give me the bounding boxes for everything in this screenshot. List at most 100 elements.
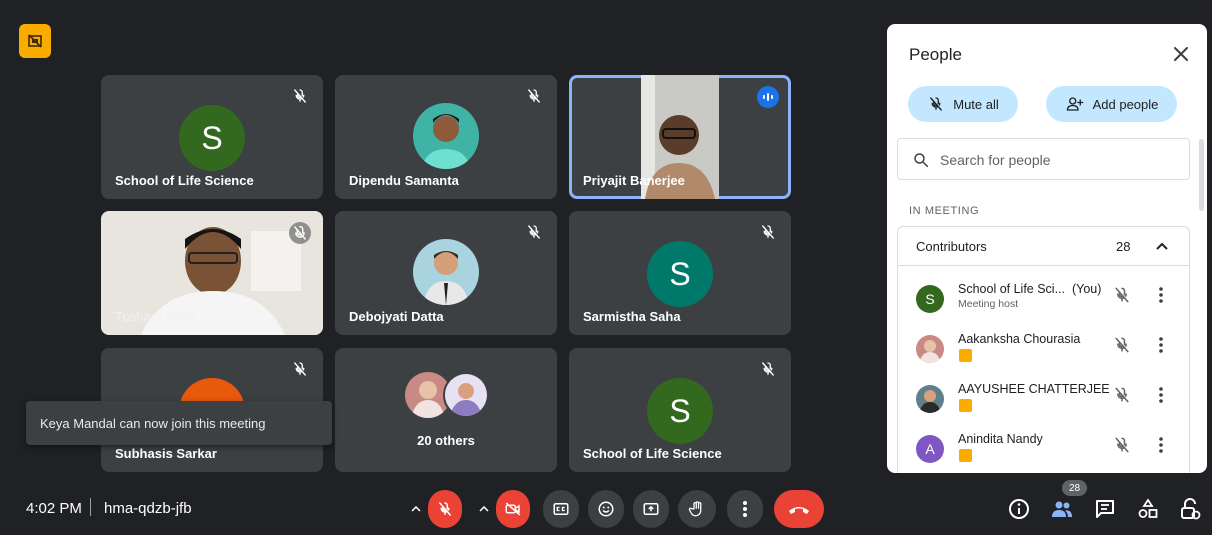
add-people-button[interactable]: Add people [1046,86,1177,122]
participant-tile[interactable]: Dipendu Samanta [335,75,557,199]
participant-name: Subhasis Sarkar [115,446,217,461]
scrollbar[interactable] [1199,139,1204,211]
close-icon[interactable] [1169,42,1193,66]
avatar: S [647,378,713,444]
mic-off-icon [294,362,306,376]
mic-off-icon [528,225,540,239]
more-vert-icon[interactable] [1158,286,1164,304]
chat-icon[interactable] [1093,497,1117,521]
people-panel: People Mute all Add people Search for pe… [887,24,1207,473]
activities-icon[interactable] [1136,497,1160,521]
participant-tile-speaking[interactable]: Priyajit Banerjee [569,75,791,199]
camera-options-chevron-icon[interactable] [470,490,498,528]
participant-name: School of Life Science [115,173,254,188]
host-controls-lock-icon[interactable] [1178,497,1202,521]
end-call-icon [789,507,809,514]
participant-role: Meeting host [958,298,1019,310]
participant-name: Anindita Nandy [958,432,1043,446]
avatar [443,372,489,418]
reactions-button[interactable] [588,490,624,528]
group-label: Contributors [916,239,987,254]
mute-all-label: Mute all [953,96,999,112]
people-icon[interactable] [1050,497,1074,521]
avatar [916,385,944,413]
leave-call-button[interactable] [774,490,824,528]
participant-name: Sarmistha Saha [583,309,681,324]
others-count: 20 others [417,433,475,448]
mic-off-icon [528,89,540,103]
participant-tile[interactable]: S School of Life Science [569,348,791,472]
add-person-icon [1066,97,1083,111]
more-vert-icon[interactable] [1158,336,1164,354]
mic-off-icon [762,225,774,239]
group-count: 28 [1116,239,1131,254]
participant-name: Aakanksha Chourasia [958,332,1081,346]
emoji-icon [598,501,614,517]
hand-icon [688,501,702,517]
chevron-up-icon [1156,242,1168,250]
mic-off-icon[interactable] [1112,285,1132,305]
contributors-group: Contributors 28 S School of Life Sci... … [897,226,1190,473]
presenting-badge-icon [959,349,972,362]
mic-off-icon[interactable] [1112,335,1132,355]
microphone-toggle-button[interactable] [428,490,462,528]
clock: 4:02 PM [26,500,82,517]
participant-name: Dipendu Samanta [349,173,459,188]
participant-tile[interactable]: Tushar Lodha [101,211,323,335]
more-vert-icon[interactable] [1158,436,1164,454]
captions-icon [553,503,569,515]
search-icon [914,153,929,168]
participant-name: Tushar Lodha [115,309,195,324]
mic-off-icon[interactable] [1112,385,1132,405]
present-screen-icon [643,503,659,515]
more-options-button[interactable] [727,490,763,528]
search-placeholder: Search for people [940,152,1051,168]
camera-toggle-button[interactable] [496,490,530,528]
mic-off-icon [930,97,943,111]
mic-options-chevron-icon[interactable] [402,490,430,528]
raise-hand-button[interactable] [678,490,716,528]
participant-tile[interactable]: Debojyati Datta [335,211,557,335]
avatar [916,335,944,363]
add-people-label: Add people [1092,96,1159,112]
participant-name: School of Life Sci... (You) [958,282,1102,296]
present-button[interactable] [633,490,669,528]
more-vert-icon [743,501,747,517]
info-icon[interactable] [1007,497,1031,521]
participant-list-item[interactable]: AAYUSHEE CHATTERJEE [898,379,1191,429]
avatar: S [179,105,245,171]
presentation-badge-icon[interactable] [19,24,51,58]
captions-button[interactable] [543,490,579,528]
search-input[interactable]: Search for people [897,138,1190,180]
meeting-code[interactable]: hma-qdzb-jfb [104,500,192,517]
presenting-badge-icon [959,449,972,462]
presenting-badge-icon [959,399,972,412]
mic-off-icon [294,89,306,103]
participant-name: Debojyati Datta [349,309,444,324]
avatar: S [647,241,713,307]
avatar: S [916,285,944,313]
mute-all-button[interactable]: Mute all [908,86,1018,122]
avatar [413,239,479,305]
avatar [413,103,479,169]
participant-tile[interactable]: S School of Life Science [101,75,323,199]
camera-off-icon [505,502,521,516]
participant-name: AAYUSHEE CHATTERJEE [958,382,1110,396]
participant-list-item[interactable]: A Anindita Nandy [898,429,1191,473]
participant-name: Priyajit Banerjee [583,173,685,188]
panel-title: People [909,45,962,64]
more-vert-icon[interactable] [1158,386,1164,404]
speaking-indicator-icon [757,86,779,108]
mic-off-icon[interactable] [1112,435,1132,455]
others-tile[interactable]: 20 others [335,348,557,472]
mic-off-icon [439,502,451,516]
people-count-badge: 28 [1062,480,1087,496]
participant-list-item[interactable]: Aakanksha Chourasia [898,329,1191,379]
contributors-header[interactable]: Contributors 28 [898,227,1189,266]
participant-tile[interactable]: S Sarmistha Saha [569,211,791,335]
notification-toast: Keya Mandal can now join this meeting [26,401,332,445]
mic-off-icon [289,222,311,244]
avatar: A [916,435,944,463]
participant-list-item[interactable]: S School of Life Sci... (You) Meeting ho… [898,279,1191,329]
participant-name: School of Life Science [583,446,722,461]
